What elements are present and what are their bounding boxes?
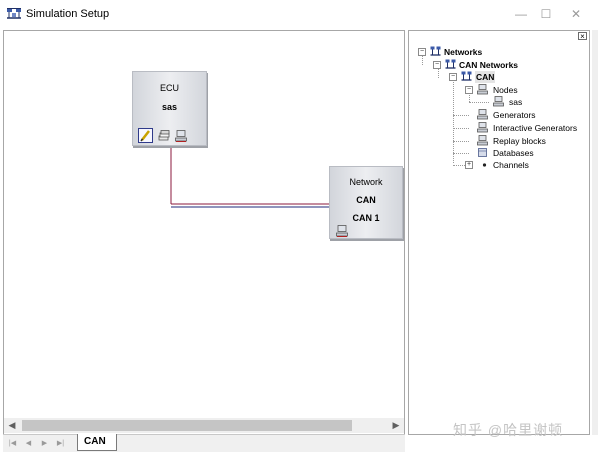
scroll-thumb[interactable]: [22, 420, 352, 431]
network-icon: [430, 46, 441, 56]
scroll-left-arrow[interactable]: ◀: [4, 418, 20, 433]
ecu-block-title: ECU: [159, 83, 179, 93]
tab-strip: |◀ ◀ ▶ ▶| CAN: [3, 434, 405, 452]
database-icon: [478, 148, 487, 157]
network-app-icon: [7, 8, 21, 19]
network-block-channel: CAN 1: [352, 213, 380, 223]
collapse-icon[interactable]: −: [433, 61, 441, 69]
collapse-icon[interactable]: −: [449, 73, 457, 81]
pencil-icon[interactable]: [138, 128, 153, 143]
expand-icon[interactable]: +: [465, 161, 473, 169]
tab-prev-button[interactable]: ◀: [23, 438, 34, 449]
title-bar: Simulation Setup — ☐ ✕: [0, 0, 600, 28]
tab-last-button[interactable]: ▶|: [55, 438, 66, 449]
tree-connector: [453, 128, 469, 129]
horizontal-scrollbar[interactable]: ◀ ▶: [4, 418, 404, 433]
tree-connector: [453, 153, 469, 154]
tree-label-databases: Databases: [493, 148, 534, 158]
node-computer-icon[interactable]: [175, 130, 187, 142]
tree-label-can-networks: CAN Networks: [459, 60, 519, 70]
network-icon: [461, 71, 472, 81]
collapse-icon[interactable]: −: [418, 48, 426, 56]
simulation-setup-window: Simulation Setup — ☐ ✕ ECU sas Network C…: [0, 0, 600, 455]
tree-label-interactive-generators: Interactive Generators: [493, 123, 578, 133]
tree-connector: [453, 141, 469, 142]
collapse-icon[interactable]: −: [465, 86, 473, 94]
network-block[interactable]: Network CAN CAN 1: [329, 166, 403, 239]
computer-icon: [493, 96, 504, 107]
close-button[interactable]: ✕: [562, 5, 590, 23]
pane-splitter[interactable]: [592, 30, 598, 435]
stack-icon[interactable]: [158, 130, 170, 142]
computer-icon: [477, 122, 488, 133]
watermark-text: 知乎 @哈里谢顿: [453, 422, 564, 438]
tree-label-nodes: Nodes: [493, 85, 518, 95]
tree-label-node-sas: sas: [509, 97, 523, 107]
ecu-block-name: sas: [161, 102, 178, 112]
pane-close-button[interactable]: ×: [578, 32, 587, 41]
tree-label-replay-blocks: Replay blocks: [493, 136, 546, 146]
simulation-canvas[interactable]: ECU sas Network CAN CAN 1: [3, 30, 405, 435]
minimize-button[interactable]: —: [507, 5, 535, 23]
tab-first-button[interactable]: |◀: [7, 438, 18, 449]
tree-label-networks: Networks: [444, 47, 483, 57]
tree-label-can: CAN: [475, 71, 496, 83]
computer-icon: [477, 109, 488, 120]
network-tree-pane: × − Networks − CAN Networks − CAN − Node…: [408, 30, 590, 435]
computer-icon: [477, 84, 488, 95]
window-title: Simulation Setup: [26, 8, 110, 20]
tab-next-button[interactable]: ▶: [39, 438, 50, 449]
scroll-right-arrow[interactable]: ▶: [388, 418, 404, 433]
channel-icon: [482, 163, 487, 167]
tree-connector: [453, 115, 469, 116]
tree-label-channels: Channels: [493, 160, 529, 170]
tab-can[interactable]: CAN: [77, 434, 117, 451]
ecu-block[interactable]: ECU sas: [132, 71, 207, 146]
network-icon: [445, 59, 456, 69]
maximize-button[interactable]: ☐: [532, 5, 560, 23]
tree-connector: [453, 78, 454, 163]
computer-icon: [477, 135, 488, 146]
tree-label-generators: Generators: [493, 110, 536, 120]
network-block-name: CAN: [356, 195, 376, 205]
network-node-icon[interactable]: [336, 225, 348, 237]
network-block-title: Network: [349, 177, 383, 187]
tree-connector: [469, 102, 489, 103]
